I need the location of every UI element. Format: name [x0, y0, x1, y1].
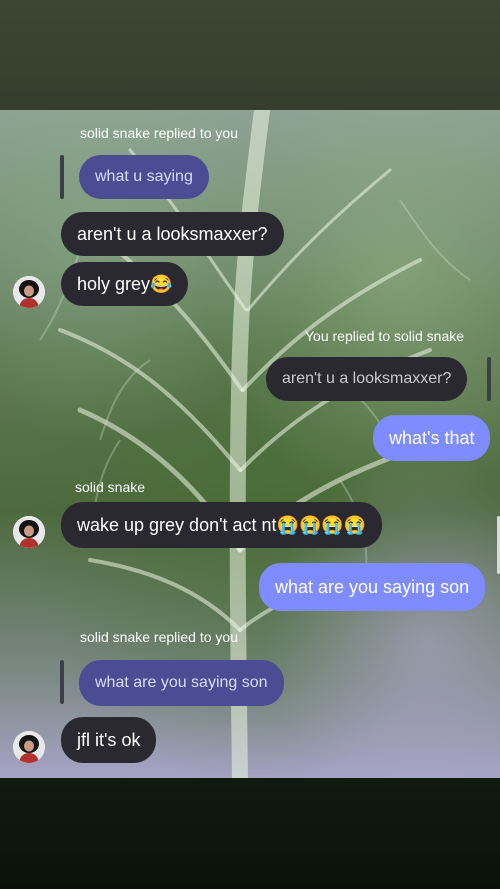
incoming-message[interactable]: jfl it's ok — [61, 717, 157, 763]
outgoing-message[interactable]: what's that — [373, 415, 491, 461]
user-avatar[interactable] — [13, 516, 45, 548]
incoming-message[interactable]: holy grey😂 — [61, 262, 189, 306]
avatar-icon — [13, 731, 45, 763]
incoming-message[interactable]: wake up grey don't act nt😭😭😭😭 — [61, 502, 383, 548]
avatar-icon — [13, 276, 45, 308]
reply-context-label: solid snake replied to you — [80, 125, 238, 141]
user-avatar[interactable] — [13, 276, 45, 308]
reply-context-label: You replied to solid snake — [305, 328, 465, 344]
sender-name-label: solid snake — [75, 479, 146, 495]
incoming-message[interactable]: aren't u a looksmaxxer? — [61, 212, 284, 256]
quoted-message[interactable]: what are you saying son — [79, 660, 284, 706]
user-avatar[interactable] — [13, 731, 45, 763]
reply-context-label: solid snake replied to you — [80, 629, 238, 645]
reply-indicator-bar — [60, 155, 64, 199]
reply-indicator-bar — [60, 660, 64, 704]
bottom-overlay — [0, 778, 500, 889]
top-overlay — [0, 0, 500, 110]
quoted-message[interactable]: aren't u a looksmaxxer? — [266, 357, 468, 401]
outgoing-message[interactable]: what are you saying son — [259, 563, 486, 611]
avatar-icon — [13, 516, 45, 548]
quoted-message[interactable]: what u saying — [79, 155, 209, 199]
chat-thread[interactable]: solid snake replied to you what u saying… — [0, 110, 500, 778]
reply-indicator-bar — [487, 357, 491, 401]
